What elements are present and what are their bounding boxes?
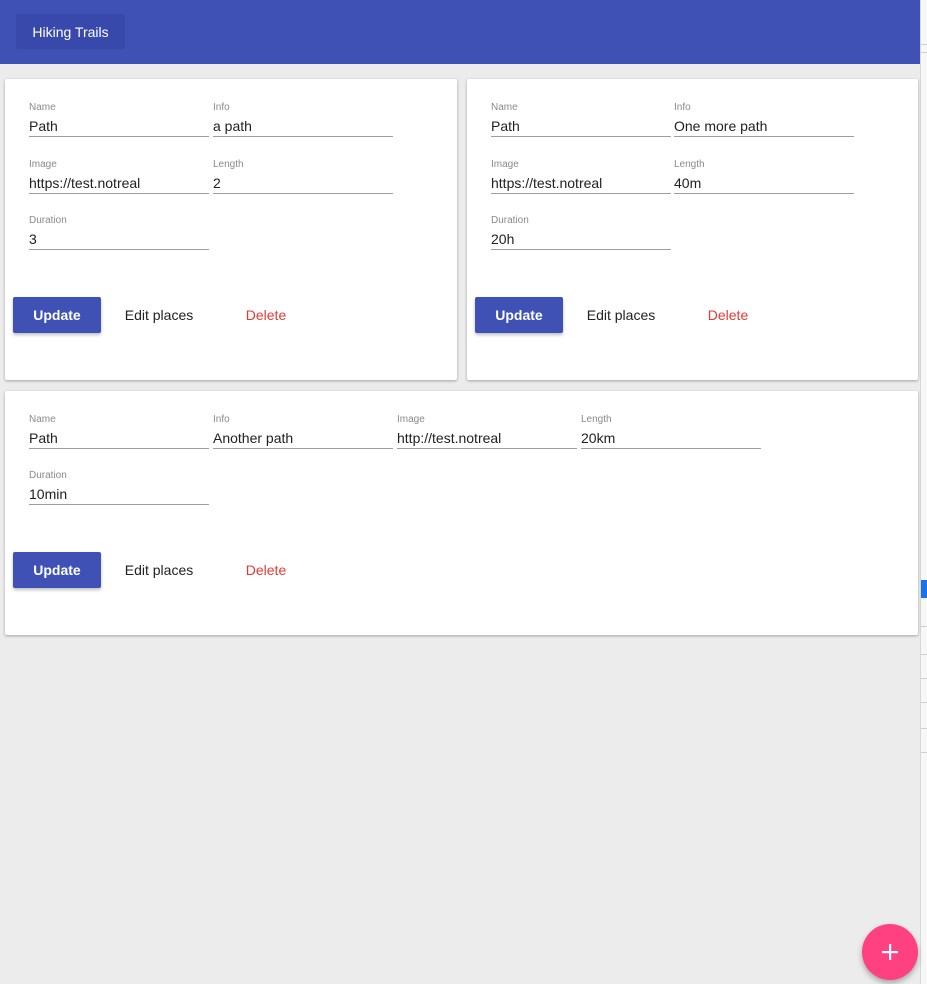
trail-card-2: Name Info Image Length Duration Update E… (467, 79, 918, 380)
duration-input[interactable] (491, 229, 671, 250)
delete-button[interactable]: Delete (234, 297, 298, 333)
length-input[interactable] (213, 173, 393, 194)
image-input[interactable] (397, 428, 577, 449)
side-scroll-strip (920, 0, 927, 984)
update-button[interactable]: Update (13, 552, 101, 588)
edit-places-button[interactable]: Edit places (112, 552, 206, 588)
image-label: Image (397, 414, 425, 425)
trail-card-1: Name Info Image Length Duration Update E… (5, 79, 457, 380)
name-label: Name (29, 414, 56, 425)
name-input[interactable] (29, 428, 209, 449)
update-button[interactable]: Update (475, 297, 563, 333)
info-label: Info (674, 102, 691, 113)
app-bar: Hiking Trails (0, 0, 921, 64)
length-input[interactable] (674, 173, 854, 194)
duration-label: Duration (491, 215, 529, 226)
image-input[interactable] (491, 173, 671, 194)
duration-input[interactable] (29, 229, 209, 250)
image-label: Image (29, 159, 57, 170)
length-label: Length (213, 159, 244, 170)
info-input[interactable] (674, 116, 854, 137)
update-button[interactable]: Update (13, 297, 101, 333)
length-input[interactable] (581, 428, 761, 449)
name-label: Name (491, 102, 518, 113)
duration-input[interactable] (29, 484, 209, 505)
plus-icon (882, 944, 898, 960)
delete-button[interactable]: Delete (696, 297, 760, 333)
app-title-button[interactable]: Hiking Trails (16, 14, 125, 49)
edit-places-button[interactable]: Edit places (112, 297, 206, 333)
trail-card-3: Name Info Image Length Duration Update E… (5, 391, 918, 635)
name-label: Name (29, 102, 56, 113)
info-label: Info (213, 414, 230, 425)
info-input[interactable] (213, 428, 393, 449)
image-input[interactable] (29, 173, 209, 194)
duration-label: Duration (29, 215, 67, 226)
add-trail-button[interactable] (862, 924, 918, 980)
name-input[interactable] (491, 116, 671, 137)
image-label: Image (491, 159, 519, 170)
delete-button[interactable]: Delete (234, 552, 298, 588)
length-label: Length (674, 159, 705, 170)
length-label: Length (581, 414, 612, 425)
info-input[interactable] (213, 116, 393, 137)
edit-places-button[interactable]: Edit places (574, 297, 668, 333)
name-input[interactable] (29, 116, 209, 137)
info-label: Info (213, 102, 230, 113)
duration-label: Duration (29, 470, 67, 481)
